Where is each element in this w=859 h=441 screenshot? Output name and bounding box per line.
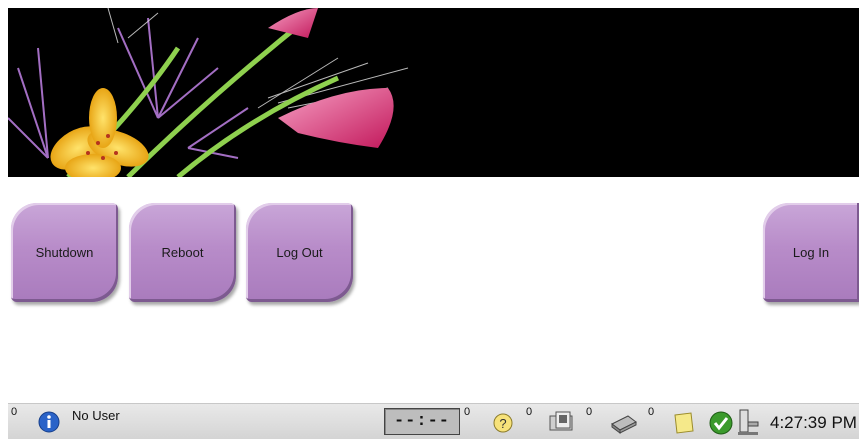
checkmark-icon[interactable] <box>708 410 734 441</box>
header-banner <box>8 8 859 177</box>
notes-icon[interactable] <box>672 411 696 440</box>
detector-icon[interactable] <box>736 408 762 441</box>
exposure-timer: --:-- <box>384 408 460 435</box>
current-user-label: No User <box>72 408 120 423</box>
help-icon[interactable]: ? <box>492 412 514 439</box>
info-icon[interactable] <box>38 411 60 438</box>
film-icon[interactable] <box>548 410 576 439</box>
printer-icon[interactable] <box>608 410 638 439</box>
log-out-button[interactable]: Log Out <box>246 203 353 302</box>
status-bar: 0 No User --:-- 0 ? 0 0 0 4:27:39 PM <box>8 403 859 439</box>
svg-text:?: ? <box>499 416 506 431</box>
flower-artwork <box>8 8 409 177</box>
help-count: 0 <box>464 406 471 418</box>
info-count: 0 <box>11 406 18 418</box>
log-in-button[interactable]: Log In <box>763 203 859 302</box>
printer-count: 0 <box>586 406 593 418</box>
notes-count: 0 <box>648 406 655 418</box>
film-count: 0 <box>526 406 533 418</box>
clock-time: 4:27:39 PM <box>770 413 857 432</box>
shutdown-button[interactable]: Shutdown <box>11 203 118 302</box>
reboot-button[interactable]: Reboot <box>129 203 236 302</box>
